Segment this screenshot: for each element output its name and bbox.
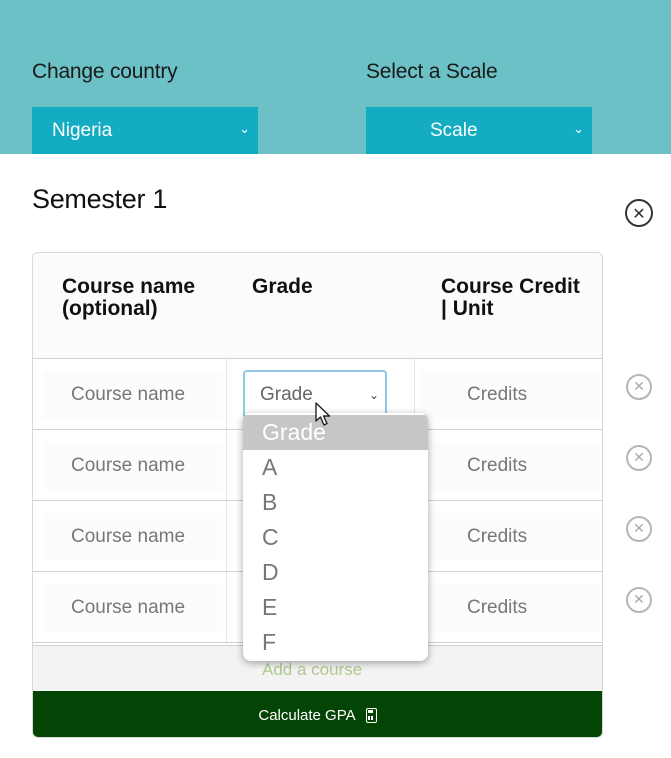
course-name-input[interactable]: Course name: [43, 442, 223, 490]
credits-input[interactable]: Credits: [421, 442, 602, 490]
grade-option[interactable]: E: [243, 590, 428, 625]
scale-select[interactable]: Scale ⌄: [366, 107, 592, 154]
grade-select-value: Grade: [260, 383, 313, 405]
calculate-gpa-label: Calculate GPA: [258, 706, 356, 724]
grade-dropdown-menu: Grade A B C D E F: [243, 413, 428, 661]
grade-option[interactable]: A: [243, 450, 428, 485]
mouse-pointer-icon: [315, 402, 331, 426]
scale-label: Select a Scale: [366, 60, 498, 83]
country-select[interactable]: Nigeria ⌄: [32, 107, 258, 154]
calculator-icon: [365, 707, 377, 723]
chevron-down-icon: ⌄: [239, 121, 250, 136]
add-course-link[interactable]: Add a course: [262, 660, 362, 680]
chevron-down-icon: ⌄: [573, 121, 584, 136]
column-header-grade: Grade: [252, 275, 313, 298]
course-name-input[interactable]: Course name: [43, 584, 223, 632]
column-header-course: Course name (optional): [62, 275, 196, 320]
remove-row-close-icon[interactable]: ✕: [626, 445, 652, 471]
chevron-down-icon: ⌄: [368, 388, 379, 402]
grade-option[interactable]: C: [243, 520, 428, 555]
course-name-input[interactable]: Course name: [43, 371, 223, 419]
country-label: Change country: [32, 60, 178, 83]
grade-option[interactable]: Grade: [243, 415, 428, 450]
grade-option[interactable]: D: [243, 555, 428, 590]
remove-row-close-icon[interactable]: ✕: [626, 374, 652, 400]
remove-row-close-icon[interactable]: ✕: [626, 516, 652, 542]
grade-option[interactable]: F: [243, 625, 428, 660]
table-header: Course name (optional) Grade Course Cred…: [33, 253, 602, 359]
credits-input[interactable]: Credits: [421, 513, 602, 561]
credits-input[interactable]: Credits: [421, 371, 602, 419]
scale-select-value: Scale: [430, 119, 478, 141]
country-select-value: Nigeria: [52, 119, 113, 141]
remove-row-close-icon[interactable]: ✕: [626, 587, 652, 613]
remove-semester-close-icon[interactable]: ✕: [625, 199, 653, 227]
column-header-credit: Course Credit | Unit: [441, 275, 580, 320]
calculate-gpa-button[interactable]: Calculate GPA: [33, 691, 602, 737]
semester-title: Semester 1: [32, 184, 168, 214]
course-name-input[interactable]: Course name: [43, 513, 223, 561]
grade-option[interactable]: B: [243, 485, 428, 520]
credits-input[interactable]: Credits: [421, 584, 602, 632]
